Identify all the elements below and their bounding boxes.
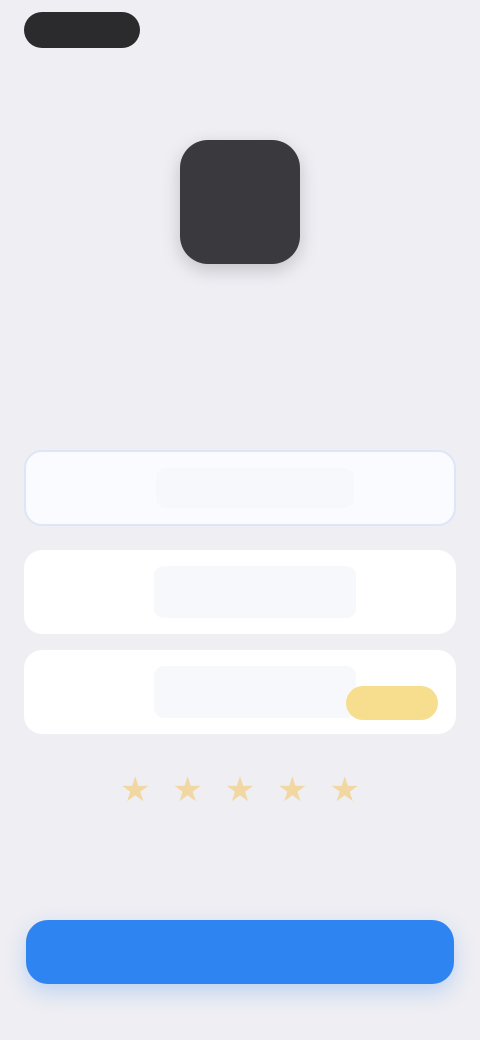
star-icon[interactable]: ★ — [330, 770, 360, 810]
option-card-1[interactable] — [24, 450, 456, 526]
option-card-3[interactable] — [24, 650, 456, 734]
option-card-3-field[interactable] — [154, 666, 356, 718]
star-icon[interactable]: ★ — [277, 770, 307, 810]
app-icon — [180, 140, 300, 264]
star-icon[interactable]: ★ — [225, 770, 255, 810]
star-rating[interactable]: ★ ★ ★ ★ ★ — [120, 770, 360, 810]
star-icon[interactable]: ★ — [172, 770, 202, 810]
primary-button[interactable] — [26, 920, 454, 984]
option-card-2-field[interactable] — [154, 566, 356, 618]
option-card-3-badge[interactable] — [346, 686, 438, 720]
star-icon[interactable]: ★ — [120, 770, 150, 810]
option-card-1-field[interactable] — [156, 468, 354, 508]
option-card-2[interactable] — [24, 550, 456, 634]
back-button[interactable] — [24, 12, 140, 48]
